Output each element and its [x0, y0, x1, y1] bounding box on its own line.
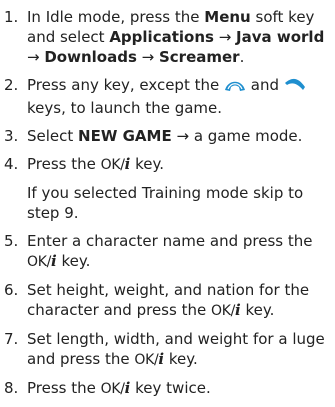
menu-option: NEW GAME — [78, 127, 172, 145]
manual-page: 1. In Idle mode, press the Menu soft key… — [0, 0, 335, 404]
text: Enter a character name and press the — [27, 232, 313, 250]
step-3: 3. Select NEW GAME → a game mode. — [4, 126, 332, 146]
text: key. — [130, 155, 165, 173]
arrow: → — [213, 28, 237, 46]
text: In Idle mode, press the — [27, 8, 205, 26]
text: Select — [27, 127, 79, 145]
step-4: 4. Press the OK/i key. If you selected T… — [4, 154, 332, 223]
end-call-key-icon — [224, 77, 246, 98]
text: key. — [56, 252, 91, 270]
text: key. — [164, 350, 198, 368]
step-text: Enter a character name and press the OK/… — [27, 231, 332, 272]
ok-key-label: OK/ — [100, 381, 125, 397]
step-text: In Idle mode, press the Menu soft key an… — [27, 7, 332, 67]
step-number: 2. — [4, 76, 19, 94]
step-text: Press the OK/i key twice. — [27, 378, 332, 399]
step-2: 2. Press any key, except the and keys, t… — [4, 75, 332, 118]
step-number: 1. — [4, 8, 19, 26]
step-6: 6. Set height, weight, and nation for th… — [4, 280, 332, 321]
text: Press the — [27, 379, 101, 397]
text: keys, to launch the game. — [27, 99, 223, 117]
step-text: Press the OK/i key. If you selected Trai… — [27, 154, 332, 223]
step-number: 6. — [4, 281, 19, 299]
ok-key-label: OK/ — [134, 352, 159, 368]
step-text: Select NEW GAME → a game mode. — [27, 126, 332, 146]
menu-key-label: Menu — [204, 8, 251, 26]
ok-key-label: OK/ — [27, 254, 52, 270]
text: key twice. — [130, 379, 211, 397]
call-key-icon — [284, 77, 306, 98]
step-number: 4. — [4, 155, 19, 173]
arrow: → — [27, 48, 45, 66]
step-number: 5. — [4, 232, 19, 250]
step-7: 7. Set length, width, and weight for a l… — [4, 329, 332, 370]
text: key. — [240, 301, 275, 319]
step-8: 8. Press the OK/i key twice. — [4, 378, 332, 399]
text: . — [239, 48, 245, 66]
arrow: → — [171, 127, 194, 145]
step-5: 5. Enter a character name and press the … — [4, 231, 332, 272]
text: Press any key, except the — [27, 76, 224, 94]
menu-path-item: Screamer — [158, 48, 240, 66]
step-number: 3. — [4, 127, 19, 145]
ok-key-label: OK/ — [100, 157, 125, 173]
arrow: → — [136, 48, 159, 66]
text: and — [246, 76, 284, 94]
text: a game mode. — [193, 127, 303, 145]
menu-path-item: Downloads — [44, 48, 137, 66]
step-text: Press any key, except the and keys, to l… — [27, 75, 332, 118]
step-text: Set length, width, and weight for a luge… — [27, 329, 332, 370]
step-number: 7. — [4, 330, 19, 348]
step-1: 1. In Idle mode, press the Menu soft key… — [4, 7, 332, 67]
step-note: If you selected Training mode skip to st… — [27, 184, 304, 222]
menu-path-item: Applications — [109, 28, 214, 46]
text: Press the — [27, 155, 101, 173]
ok-key-label: OK/ — [210, 303, 235, 319]
instruction-steps: 1. In Idle mode, press the Menu soft key… — [4, 7, 332, 407]
step-number: 8. — [4, 379, 19, 397]
step-text: Set height, weight, and nation for the c… — [27, 280, 332, 321]
menu-path-item: Java world — [236, 28, 325, 46]
